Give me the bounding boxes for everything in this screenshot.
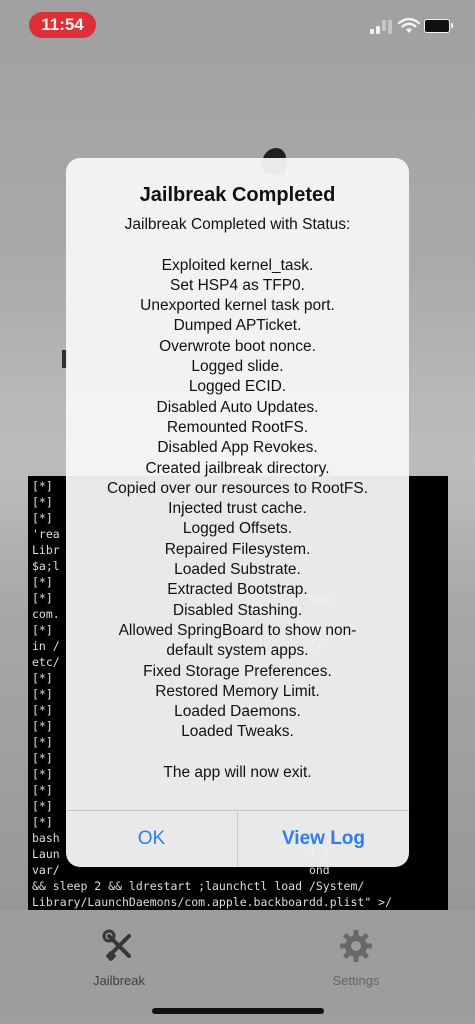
alert-message-line: Restored Memory Limit. [155,682,320,700]
alert-message-line: Overwrote boot nonce. [159,337,316,355]
alert-message-line: Created jailbreak directory. [145,459,330,477]
alert-message-line: Copied over our resources to RootFS. [106,479,369,497]
home-indicator [152,1008,324,1014]
alert-message-line: Allowed SpringBoard to show non- [118,621,357,639]
alert-message-line: Fixed Storage Preferences. [143,662,332,680]
alert-message-line: Jailbreak Completed with Status: [124,216,351,233]
alert-message-line: Logged Offsets. [182,520,293,538]
alert-message-line: Logged slide. [191,358,284,376]
alert-message-line: Dumped APTicket. [173,317,302,335]
alert-title: Jailbreak Completed [139,184,336,206]
alert-message: Jailbreak Completed with Status: Exploite… [66,215,409,783]
alert-message-line: Disabled App Revokes. [157,439,318,457]
alert-message-line: default system apps. [166,642,309,660]
alert-message-line: Exploited kernel_task. [161,256,314,274]
alert-message-line: Injected trust cache. [168,500,307,518]
ok-button[interactable]: OK [66,811,237,867]
alert-message-line: Loaded Substrate. [174,561,301,579]
alert-message-line: Logged ECID. [188,378,287,396]
alert-message-line: Disabled Stashing. [172,601,303,619]
alert-message-line: Extracted Bootstrap. [167,581,308,599]
alert-message-line [66,743,409,763]
app-screen: 11:54 [*] [*] [*] 'rea Libr $a;l [*] [*]… [0,0,475,1024]
alert-message-line: Set HSP4 as TFP0. [170,276,305,294]
alert-message-line: Disabled Auto Updates. [156,398,319,416]
alert-message-line: Loaded Tweaks. [181,723,294,741]
alert-message-line [66,235,409,255]
jailbreak-completed-alert: Jailbreak Completed Jailbreak Completed … [66,158,409,867]
alert-message-line: The app will now exit. [163,764,312,782]
view-log-button[interactable]: View Log [238,811,409,867]
alert-message-line: Repaired Filesystem. [164,540,311,558]
alert-message-line: Loaded Daemons. [174,703,301,721]
alert-message-line: Remounted RootFS. [166,418,309,436]
alert-message-line: Unexported kernel task port. [140,297,335,315]
